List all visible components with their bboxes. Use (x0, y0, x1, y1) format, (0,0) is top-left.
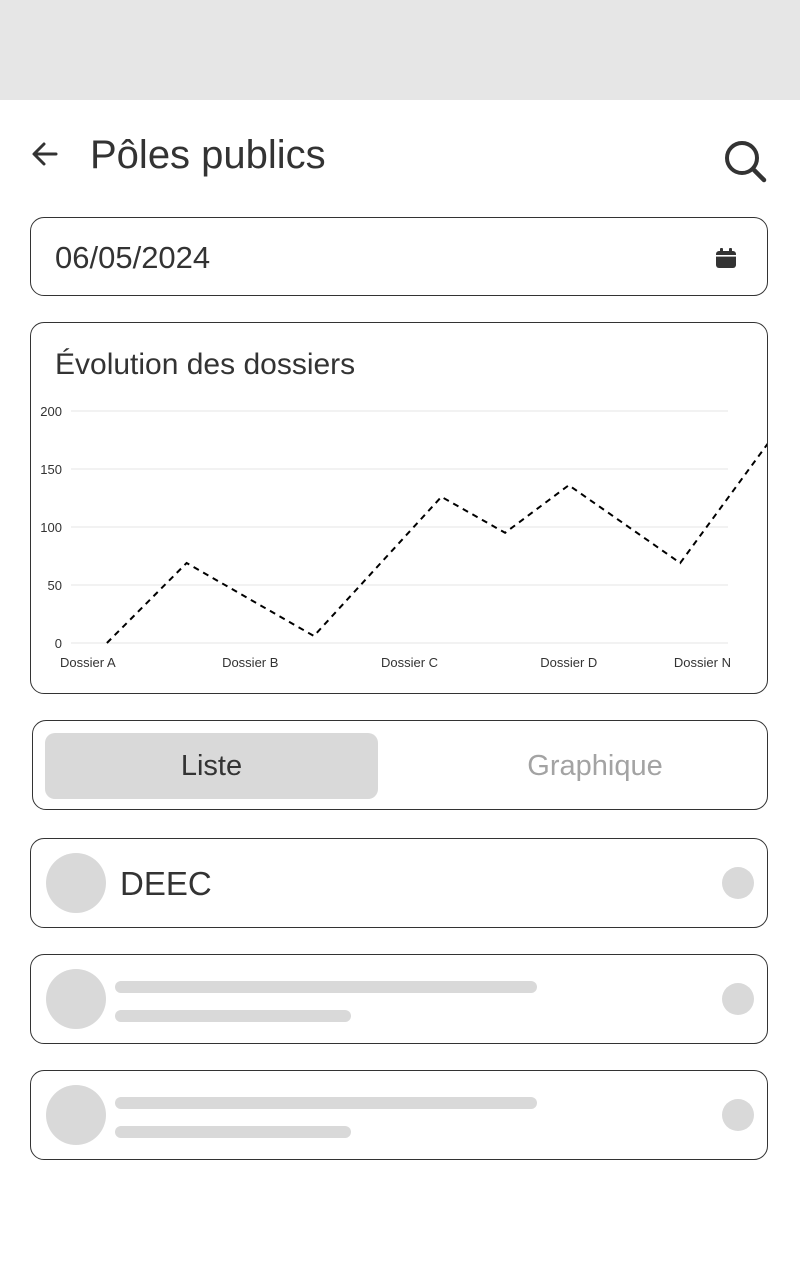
view-toggle: Liste Graphique (32, 720, 768, 810)
x-tick-label: Dossier D (540, 655, 597, 670)
list-item-label: DEEC (120, 865, 212, 902)
skeleton-line (115, 1010, 351, 1022)
skeleton-line (115, 1126, 351, 1138)
date-field[interactable]: 06/05/2024 (30, 217, 768, 296)
y-tick-label: 150 (40, 462, 62, 477)
y-tick-label: 100 (40, 520, 62, 535)
avatar (46, 853, 106, 913)
line-chart: 0 50 100 150 200 Dossier A Dossier B Dossier C D… (40, 404, 767, 670)
x-tick-label: Dossier N (674, 655, 731, 670)
y-tick-label: 200 (40, 404, 62, 419)
search-button[interactable] (722, 138, 768, 184)
x-tick-label: Dossier A (60, 655, 116, 670)
list-item-placeholder (30, 1070, 768, 1160)
status-indicator (722, 867, 754, 899)
date-value: 06/05/2024 (55, 240, 211, 275)
list-item[interactable]: DEEC (30, 838, 768, 928)
status-indicator-placeholder (722, 1099, 754, 1131)
status-indicator-placeholder (722, 983, 754, 1015)
chart-card: Évolution des dossiers 0 50 100 150 200 Dossi… (30, 322, 768, 694)
avatar-placeholder (46, 969, 106, 1029)
app-header: Pôles publics (0, 100, 800, 210)
status-bar (0, 0, 800, 100)
search-icon (725, 141, 767, 183)
y-tick-label: 50 (48, 578, 62, 593)
calendar-icon[interactable] (715, 247, 737, 269)
list-item-placeholder (30, 954, 768, 1044)
skeleton-line (115, 981, 537, 993)
y-tick-label: 0 (55, 636, 62, 651)
back-button[interactable] (28, 138, 64, 170)
skeleton-line (115, 1097, 537, 1109)
page-title: Pôles publics (90, 133, 326, 177)
tab-liste[interactable]: Liste (45, 733, 378, 799)
x-tick-label: Dossier B (222, 655, 278, 670)
x-tick-label: Dossier C (381, 655, 438, 670)
tab-graphique[interactable]: Graphique (445, 733, 745, 799)
arrow-left-icon (32, 142, 58, 166)
avatar-placeholder (46, 1085, 106, 1145)
